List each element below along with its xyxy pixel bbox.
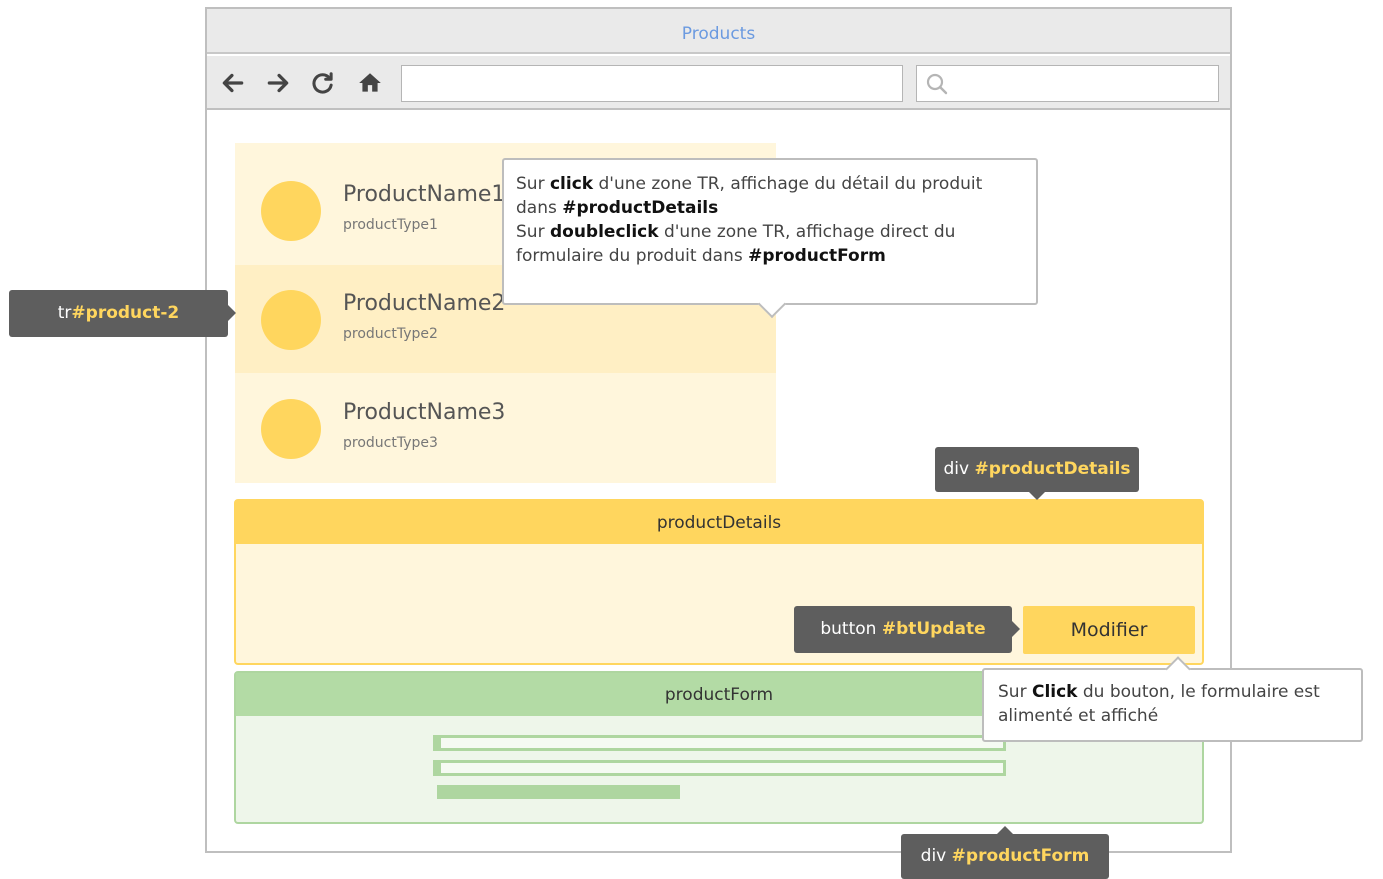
label-pointer xyxy=(1029,492,1045,508)
url-input[interactable] xyxy=(401,65,903,102)
row-click-callout: Sur click d'une zone TR, affichage du dé… xyxy=(502,158,1038,319)
browser-toolbar xyxy=(207,56,1230,110)
product-type: productType1 xyxy=(343,217,438,233)
product-avatar xyxy=(261,290,321,350)
arrow-left-icon xyxy=(222,73,244,93)
callout-line: formulaire du produit dans #productForm xyxy=(516,246,886,266)
form-input-1[interactable] xyxy=(433,735,1006,751)
form-input-2[interactable] xyxy=(433,760,1006,776)
callout-line: alimenté et affiché xyxy=(998,706,1159,726)
product-type: productType3 xyxy=(343,435,438,451)
product-details-label: div #productDetails xyxy=(935,447,1139,500)
modifier-button[interactable]: Modifier xyxy=(1023,606,1195,654)
product-avatar xyxy=(261,181,321,241)
callout-line: dans #productDetails xyxy=(516,198,719,218)
forward-button[interactable] xyxy=(261,66,295,100)
button-click-callout: Sur Click du bouton, le formulaire est a… xyxy=(982,656,1363,742)
callout-line: Sur doubleclick d'une zone TR, affichage… xyxy=(516,222,956,242)
reload-icon xyxy=(312,72,333,94)
product-name: ProductName2 xyxy=(343,291,506,316)
product-details-title: productDetails xyxy=(236,501,1202,544)
form-submit-bar[interactable] xyxy=(437,785,680,799)
reload-button[interactable] xyxy=(306,66,340,100)
label-pointer xyxy=(1012,621,1028,637)
home-icon xyxy=(359,73,381,92)
label-pointer xyxy=(228,305,244,321)
arrow-right-icon xyxy=(267,73,289,93)
tr-product-2-label: tr#product-2 xyxy=(9,290,236,337)
search-icon xyxy=(926,73,948,95)
bt-update-label: button #btUpdate xyxy=(794,606,1020,653)
product-type: productType2 xyxy=(343,326,438,342)
product-details-panel: productDetails Modifier xyxy=(234,499,1204,665)
home-button[interactable] xyxy=(353,66,387,100)
callout-line: Sur click d'une zone TR, affichage du dé… xyxy=(516,174,983,194)
product-name: ProductName3 xyxy=(343,400,506,425)
product-avatar xyxy=(261,399,321,459)
product-row-3[interactable]: ProductName3 productType3 xyxy=(235,374,776,482)
product-name: ProductName1 xyxy=(343,182,506,207)
back-button[interactable] xyxy=(216,66,250,100)
product-form-label: div #productForm xyxy=(901,826,1109,879)
callout-line: Sur Click du bouton, le formulaire est xyxy=(998,682,1320,702)
label-pointer xyxy=(997,818,1013,834)
search-input[interactable] xyxy=(916,65,1219,102)
window-title: Products xyxy=(207,9,1230,54)
